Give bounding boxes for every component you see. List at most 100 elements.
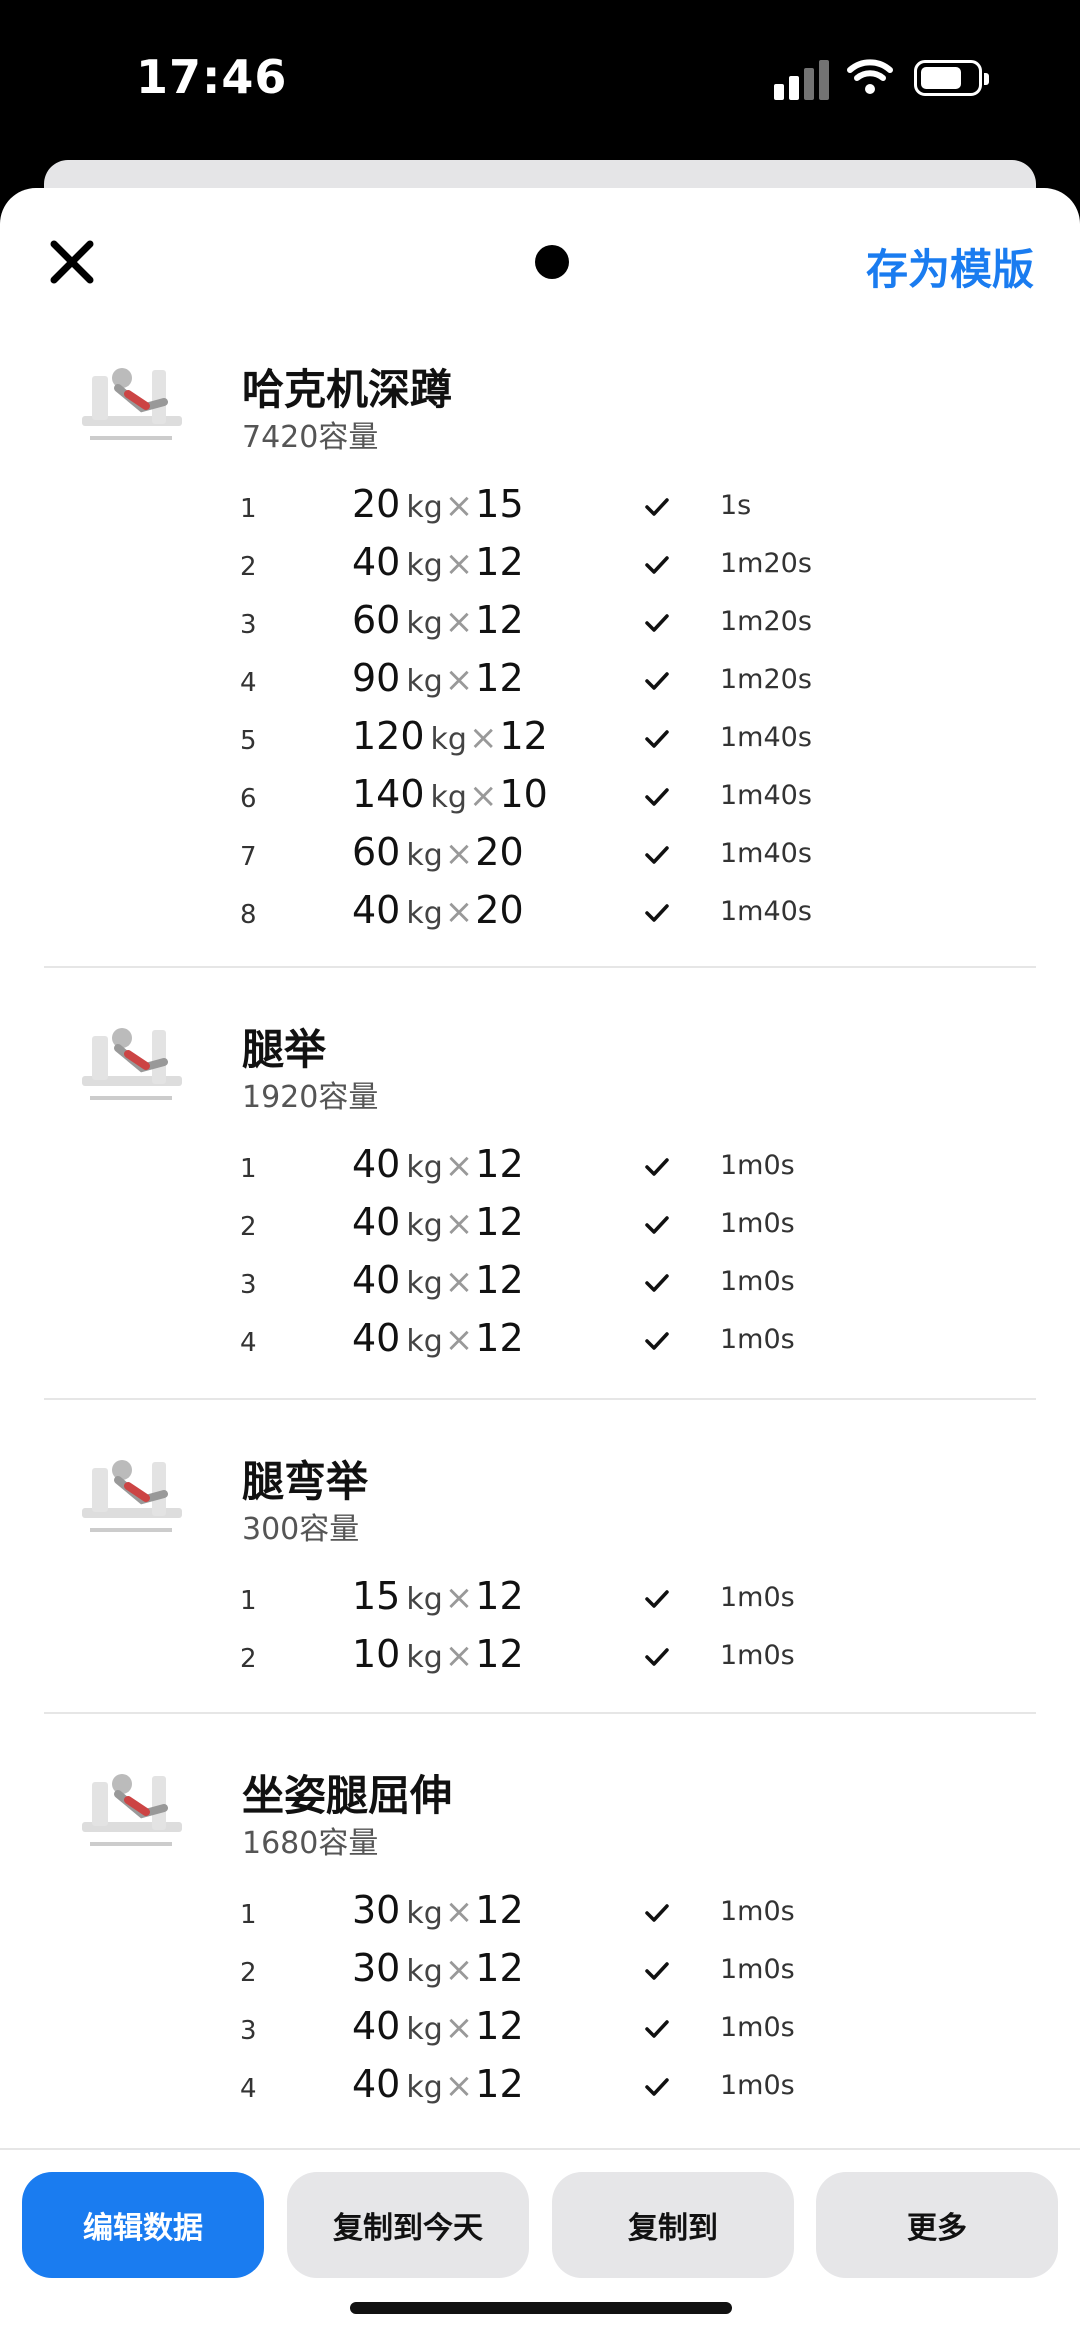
set-unit: kg xyxy=(406,1266,443,1301)
set-row[interactable]: 2 40 kg×12 1m20s xyxy=(0,534,1080,592)
set-unit: kg xyxy=(406,1324,443,1359)
set-weight: 40 xyxy=(352,888,401,932)
times-sign: × xyxy=(444,602,474,642)
set-unit: kg xyxy=(406,664,443,699)
checkmark-icon xyxy=(645,904,669,922)
set-rest-time: 1m40s xyxy=(720,722,812,753)
set-reps: 20 xyxy=(475,888,524,932)
set-rest-time: 1m20s xyxy=(720,664,812,695)
set-unit: kg xyxy=(406,1208,443,1243)
set-index: 6 xyxy=(240,784,257,814)
set-rest-time: 1m0s xyxy=(720,1208,795,1239)
set-reps: 12 xyxy=(475,1632,524,1676)
set-unit: kg xyxy=(430,780,467,815)
set-unit: kg xyxy=(406,490,443,525)
drag-handle-dot[interactable] xyxy=(535,245,569,279)
times-sign: × xyxy=(468,718,498,758)
set-weight: 30 xyxy=(352,1946,401,1990)
set-index: 4 xyxy=(240,1328,257,1358)
times-sign: × xyxy=(444,660,474,700)
set-reps: 12 xyxy=(475,1574,524,1618)
set-weight-reps: 140 kg×10 xyxy=(352,772,548,816)
set-reps: 12 xyxy=(475,1888,524,1932)
set-row[interactable]: 4 90 kg×12 1m20s xyxy=(0,650,1080,708)
set-index: 2 xyxy=(240,1958,257,1988)
exercise-name: 哈克机深蹲 xyxy=(242,365,453,414)
copy-to-today-button[interactable]: 复制到今天 xyxy=(287,2172,529,2278)
wifi-icon xyxy=(847,59,893,94)
set-unit: kg xyxy=(406,1150,443,1185)
set-row[interactable]: 4 40 kg×12 1m0s xyxy=(0,1310,1080,1368)
exercise-name: 腿弯举 xyxy=(242,1457,369,1506)
set-weight-reps: 30 kg×12 xyxy=(352,1946,524,1990)
set-row[interactable]: 2 40 kg×12 1m0s xyxy=(0,1194,1080,1252)
edit-data-button[interactable]: 编辑数据 xyxy=(22,2172,264,2278)
set-reps: 12 xyxy=(475,2004,524,2048)
set-reps: 12 xyxy=(475,2062,524,2106)
set-row[interactable]: 4 40 kg×12 1m0s xyxy=(0,2056,1080,2114)
set-index: 1 xyxy=(240,1900,257,1930)
close-icon[interactable] xyxy=(44,234,100,290)
set-index: 3 xyxy=(240,1270,257,1300)
set-reps: 12 xyxy=(475,1142,524,1186)
set-row[interactable]: 1 40 kg×12 1m0s xyxy=(0,1136,1080,1194)
checkmark-icon xyxy=(645,2078,669,2096)
times-sign: × xyxy=(444,1892,474,1932)
set-row[interactable]: 5 120 kg×12 1m40s xyxy=(0,708,1080,766)
sheet-header: 存为模版 xyxy=(0,188,1080,338)
set-reps: 12 xyxy=(475,540,524,584)
set-index: 2 xyxy=(240,1644,257,1674)
exercise-thumbnail-icon xyxy=(82,1460,182,1532)
checkmark-icon xyxy=(645,1590,669,1608)
checkmark-icon xyxy=(645,1332,669,1350)
set-row[interactable]: 3 40 kg×12 1m0s xyxy=(0,1252,1080,1310)
section-divider xyxy=(44,1398,1036,1400)
home-indicator[interactable] xyxy=(350,2302,732,2314)
set-weight-reps: 60 kg×20 xyxy=(352,830,524,874)
set-row[interactable]: 1 15 kg×12 1m0s xyxy=(0,1568,1080,1626)
set-row[interactable]: 2 10 kg×12 1m0s xyxy=(0,1626,1080,1684)
set-row[interactable]: 2 30 kg×12 1m0s xyxy=(0,1940,1080,1998)
set-row[interactable]: 8 40 kg×20 1m40s xyxy=(0,882,1080,940)
checkmark-icon xyxy=(645,846,669,864)
set-index: 8 xyxy=(240,900,257,930)
checkmark-icon xyxy=(645,672,669,690)
section-divider xyxy=(44,1712,1036,1714)
set-weight-reps: 40 kg×12 xyxy=(352,1316,524,1360)
exercise-name: 坐姿腿屈伸 xyxy=(242,1771,453,1820)
set-rest-time: 1m0s xyxy=(720,1640,795,1671)
set-weight: 10 xyxy=(352,1632,401,1676)
set-unit: kg xyxy=(406,2070,443,2105)
set-row[interactable]: 7 60 kg×20 1m40s xyxy=(0,824,1080,882)
more-button[interactable]: 更多 xyxy=(816,2172,1058,2278)
set-reps: 12 xyxy=(475,1200,524,1244)
set-weight-reps: 40 kg×20 xyxy=(352,888,524,932)
set-rest-time: 1m40s xyxy=(720,780,812,811)
checkmark-icon xyxy=(645,556,669,574)
copy-to-button[interactable]: 复制到 xyxy=(552,2172,794,2278)
times-sign: × xyxy=(444,1262,474,1302)
battery-icon xyxy=(914,60,989,96)
set-weight: 30 xyxy=(352,1888,401,1932)
set-row[interactable]: 3 60 kg×12 1m20s xyxy=(0,592,1080,650)
set-row[interactable]: 6 140 kg×10 1m40s xyxy=(0,766,1080,824)
set-rest-time: 1m0s xyxy=(720,2070,795,2101)
set-weight-reps: 40 kg×12 xyxy=(352,1142,524,1186)
set-reps: 12 xyxy=(475,656,524,700)
set-weight-reps: 20 kg×15 xyxy=(352,482,524,526)
exercise-volume: 1680容量 xyxy=(242,1826,379,1861)
set-weight: 40 xyxy=(352,1200,401,1244)
times-sign: × xyxy=(444,1636,474,1676)
set-rest-time: 1m0s xyxy=(720,1582,795,1613)
checkmark-icon xyxy=(645,1158,669,1176)
save-template-button[interactable]: 存为模版 xyxy=(866,236,1034,297)
set-row[interactable]: 1 20 kg×15 1s xyxy=(0,476,1080,534)
set-weight-reps: 10 kg×12 xyxy=(352,1632,524,1676)
set-index: 4 xyxy=(240,2074,257,2104)
times-sign: × xyxy=(444,1146,474,1186)
set-row[interactable]: 3 40 kg×12 1m0s xyxy=(0,1998,1080,2056)
set-row[interactable]: 1 30 kg×12 1m0s xyxy=(0,1882,1080,1940)
times-sign: × xyxy=(444,1950,474,1990)
checkmark-icon xyxy=(645,1216,669,1234)
status-time: 17:46 xyxy=(136,50,288,104)
